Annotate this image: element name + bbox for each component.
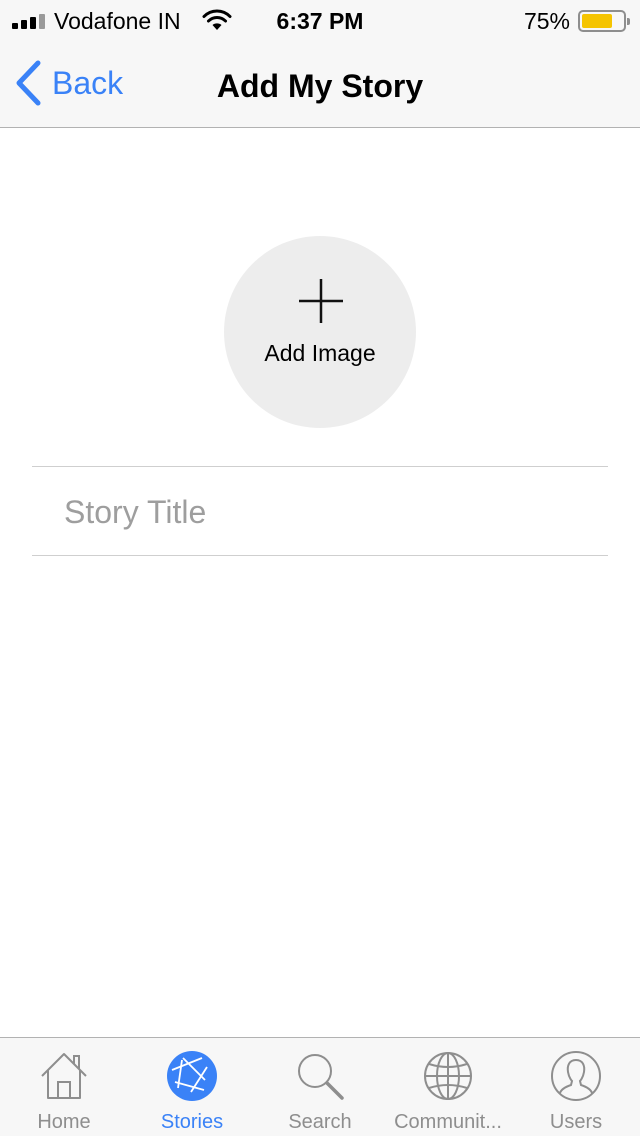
tab-stories[interactable]: Stories — [128, 1038, 256, 1136]
globe-icon — [424, 1052, 472, 1100]
navigation-bar: Back Add My Story — [0, 40, 640, 128]
add-image-label: Add Image — [264, 340, 376, 366]
battery-level-fill — [582, 14, 612, 28]
plus-icon — [299, 279, 343, 323]
tab-home[interactable]: Home — [0, 1038, 128, 1136]
divider-top — [32, 466, 608, 467]
tab-search[interactable]: Search — [256, 1038, 384, 1136]
tab-label: Search — [288, 1111, 352, 1133]
page-title: Add My Story — [216, 68, 424, 104]
battery-icon — [578, 10, 630, 32]
add-image-button[interactable]: Add Image — [224, 236, 416, 428]
tab-users[interactable]: Users — [512, 1038, 640, 1136]
user-icon — [551, 1051, 601, 1101]
divider-bottom — [32, 555, 608, 556]
status-bar: Vodafone IN 6:37 PM 75% — [0, 0, 640, 40]
battery-percent: 75% — [523, 8, 570, 34]
tab-label: Users — [549, 1111, 603, 1133]
search-icon — [298, 1054, 344, 1100]
tab-label: Stories — [160, 1111, 224, 1133]
tab-label: Home — [37, 1111, 91, 1133]
stories-shutter-icon — [167, 1051, 217, 1101]
tab-community[interactable]: Communit... — [384, 1038, 512, 1136]
story-title-input[interactable] — [32, 470, 608, 554]
home-icon — [41, 1053, 87, 1099]
tab-label: Communit... — [394, 1111, 502, 1133]
tab-bar: Home Stories Search Communit... Users — [0, 1037, 640, 1136]
